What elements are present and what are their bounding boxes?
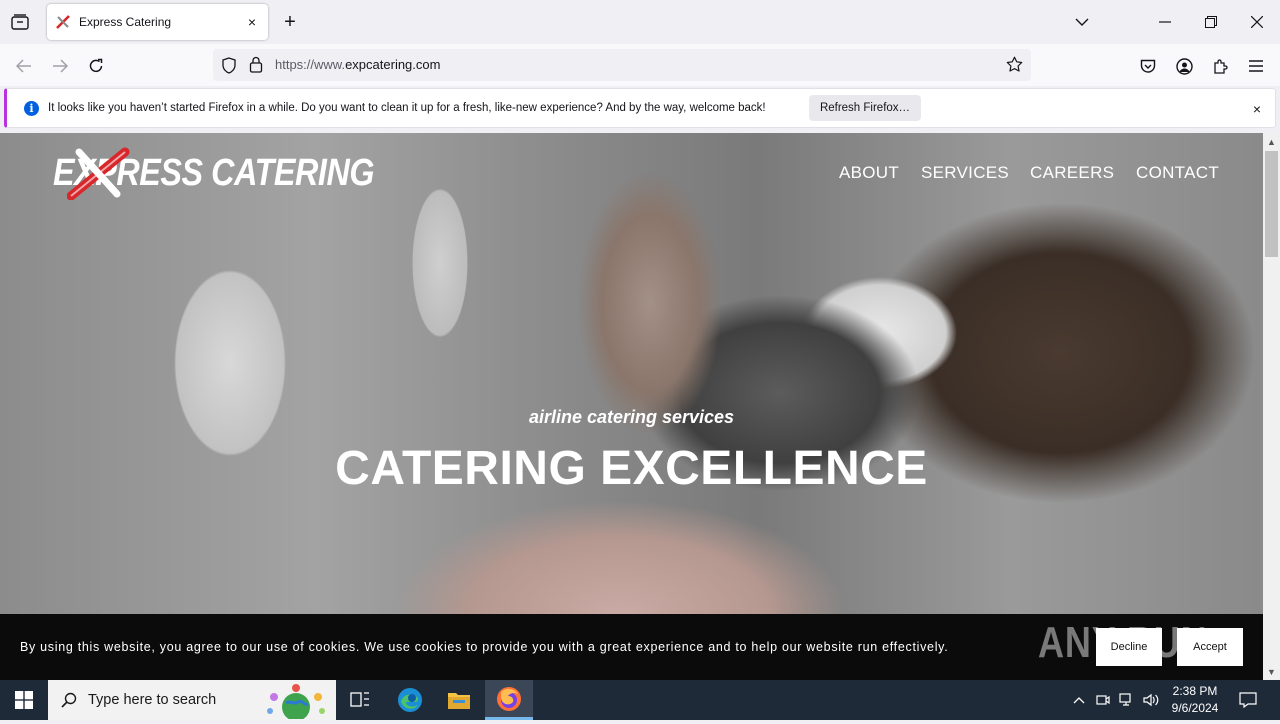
list-all-tabs-icon[interactable] (1064, 6, 1100, 38)
scroll-up-arrow-icon[interactable]: ▲ (1263, 133, 1280, 150)
lock-icon[interactable] (249, 56, 263, 78)
nav-contact[interactable]: CONTACT (1136, 163, 1219, 183)
clock-time: 2:38 PM (1172, 684, 1218, 698)
account-icon[interactable] (1170, 52, 1198, 80)
search-highlight-globe-icon (260, 683, 332, 724)
navigation-toolbar: https://www.expcatering.com (0, 44, 1280, 86)
url-host: expcatering.com (345, 57, 441, 72)
action-center-icon[interactable] (1234, 680, 1262, 720)
nav-careers[interactable]: CAREERS (1030, 163, 1114, 183)
url-prefix: https://www. (275, 57, 346, 72)
volume-icon[interactable] (1140, 680, 1162, 720)
web-page: EXPRESS CATERING ABOUT SERVICES CAREERS … (0, 133, 1263, 680)
file-explorer-icon[interactable] (435, 680, 483, 720)
menu-hamburger-icon[interactable] (1242, 52, 1270, 80)
extensions-icon[interactable] (1206, 52, 1234, 80)
forward-icon[interactable] (46, 52, 74, 80)
new-tab-button[interactable]: + (278, 10, 302, 34)
tab-express-catering[interactable]: Express Catering × (47, 4, 268, 40)
nav-services[interactable]: SERVICES (921, 163, 1009, 183)
close-window-icon[interactable] (1239, 6, 1275, 38)
edge-browser-icon[interactable] (386, 680, 434, 720)
windows-taskbar: Type here to search 2:38 PM 9/6/2024 (0, 680, 1280, 721)
taskbar-search-box[interactable]: Type here to search (48, 680, 336, 721)
show-hidden-icons-icon[interactable] (1068, 680, 1090, 720)
taskbar-clock[interactable]: 2:38 PM 9/6/2024 (1164, 683, 1226, 717)
page-scrollbar[interactable]: ▲ ▼ (1263, 133, 1280, 680)
hero-title: CATERING EXCELLENCE (335, 442, 928, 495)
logo-x-mark-icon (67, 147, 130, 200)
meet-now-icon[interactable] (1093, 680, 1113, 720)
hero-subtitle: airline catering services (528, 407, 735, 427)
info-icon: i (24, 101, 39, 116)
firefox-taskbar-icon[interactable] (485, 680, 533, 720)
search-placeholder: Type here to search (88, 692, 217, 708)
notification-close-icon[interactable]: × (1247, 99, 1267, 119)
search-icon (61, 692, 77, 713)
back-icon[interactable] (10, 52, 38, 80)
tab-title: Express Catering (79, 15, 172, 29)
cookie-decline-button[interactable]: Decline (1096, 628, 1162, 666)
network-icon[interactable] (1116, 680, 1138, 720)
scrollbar-thumb[interactable] (1265, 151, 1278, 257)
windows-start-icon[interactable] (0, 680, 48, 720)
pocket-icon[interactable] (1134, 52, 1162, 80)
url-bar[interactable]: https://www.expcatering.com (213, 49, 1031, 81)
tab-bar: Express Catering × + (0, 0, 1280, 44)
cookie-accept-button[interactable]: Accept (1177, 628, 1243, 666)
clock-date: 9/6/2024 (1171, 701, 1219, 715)
restore-icon[interactable] (1193, 6, 1229, 38)
tab-close-icon[interactable]: × (240, 10, 264, 34)
nav-about[interactable]: ABOUT (839, 163, 899, 183)
minimize-icon[interactable] (1147, 6, 1183, 38)
task-view-icon[interactable] (336, 680, 384, 720)
bookmark-star-icon[interactable] (1006, 56, 1023, 78)
refresh-firefox-notification: i It looks like you haven’t started Fire… (4, 88, 1276, 128)
firefox-view-icon[interactable] (8, 10, 32, 34)
url-text: https://www.expcatering.com (275, 57, 440, 72)
tracking-protection-shield-icon[interactable] (221, 57, 237, 79)
cookie-text: By using this website, you agree to our … (20, 640, 949, 654)
notification-message: It looks like you haven’t started Firefo… (48, 102, 766, 114)
express-catering-favicon-icon (55, 14, 71, 30)
reload-icon[interactable] (82, 52, 110, 80)
refresh-firefox-button[interactable]: Refresh Firefox… (809, 95, 921, 121)
scroll-down-arrow-icon[interactable]: ▼ (1263, 663, 1280, 680)
cookie-banner: By using this website, you agree to our … (0, 614, 1263, 680)
site-logo[interactable]: EXPRESS CATERING (53, 147, 374, 200)
